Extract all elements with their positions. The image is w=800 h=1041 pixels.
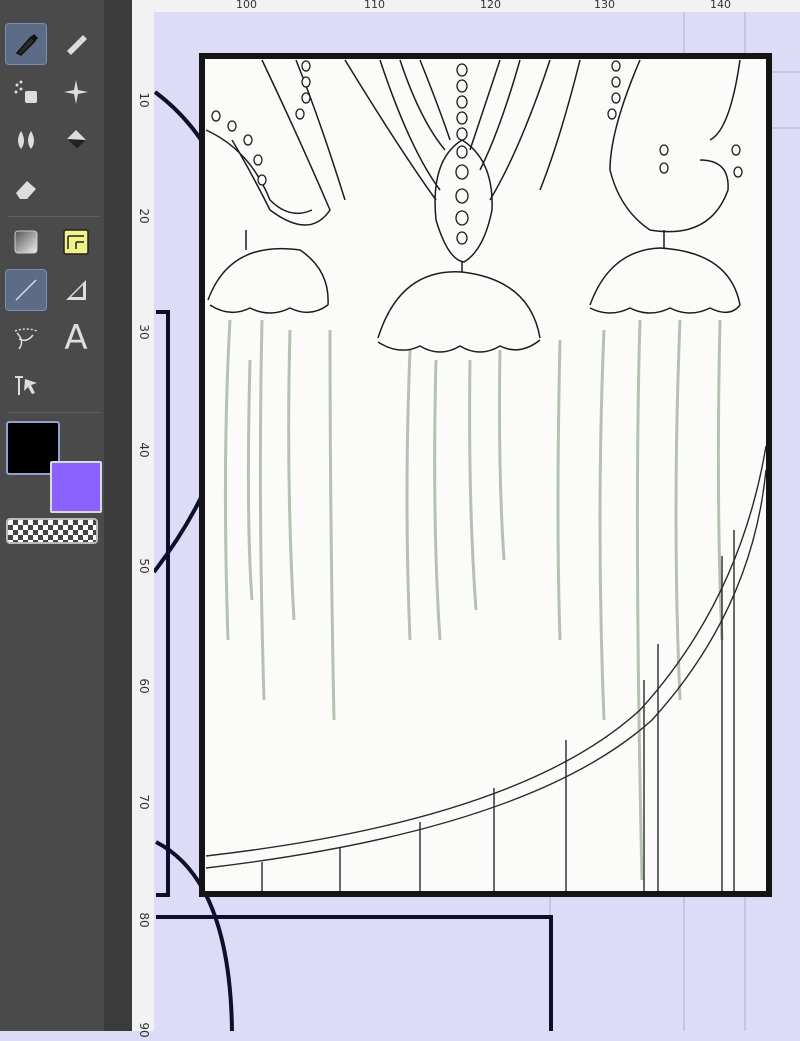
- gradient-tool-button[interactable]: [6, 222, 46, 262]
- ruler-label: 140: [710, 0, 731, 11]
- line-icon: [15, 279, 37, 301]
- operation-tool-button[interactable]: [6, 366, 46, 406]
- decoration-tool-button[interactable]: [56, 72, 96, 112]
- blend-drops-icon: [18, 131, 34, 149]
- ruler-label: 80: [137, 912, 151, 928]
- ruler-label: 120: [480, 0, 501, 11]
- figure-tool-button[interactable]: [5, 269, 47, 311]
- paint-bucket-icon: [67, 130, 86, 149]
- pen-tool-button[interactable]: [5, 23, 47, 65]
- tool-palette: A: [0, 0, 104, 1031]
- comic-panel: [202, 56, 769, 894]
- toolbar-divider: [8, 412, 100, 413]
- sparkle-icon: [64, 80, 88, 104]
- frame-border-tool-button[interactable]: [56, 222, 96, 262]
- frame-icon: [63, 229, 89, 255]
- airbrush-icon: [14, 80, 37, 103]
- ruler-label: 50: [137, 558, 151, 574]
- airbrush-tool-button[interactable]: [6, 72, 46, 112]
- fill-tool-button[interactable]: [56, 120, 96, 160]
- sub-color-swatch[interactable]: [50, 461, 102, 513]
- lasso-tool-button[interactable]: [6, 318, 46, 358]
- eraser-tool-button[interactable]: [6, 168, 46, 208]
- ruler-label: 40: [137, 442, 151, 458]
- ruler-label: 90: [137, 1022, 151, 1038]
- ruler-label: 100: [236, 0, 257, 11]
- object-select-icon: [15, 376, 37, 395]
- lasso-icon: [14, 328, 38, 350]
- pen-icon: [15, 34, 38, 56]
- text-icon: A: [64, 318, 88, 358]
- ruler-label: 70: [137, 794, 151, 810]
- transparent-color-swatch[interactable]: [6, 518, 98, 544]
- marker-tool-button[interactable]: [56, 24, 96, 64]
- eraser-icon: [16, 181, 36, 199]
- ruler-icon: [66, 280, 86, 300]
- gradient-icon: [14, 230, 38, 254]
- ruler-label: 30: [137, 324, 151, 340]
- toolbar-divider: [8, 216, 100, 217]
- ruler-label: 130: [594, 0, 615, 11]
- blend-tool-button[interactable]: [6, 120, 46, 160]
- text-tool-button[interactable]: A: [56, 318, 96, 358]
- vertical-ruler: 10 20 30 40 50 60 70 80 90: [132, 12, 155, 1038]
- drawing-canvas[interactable]: [154, 12, 800, 1031]
- ruler-label: 60: [137, 678, 151, 694]
- ruler-label: 110: [364, 0, 385, 11]
- marker-icon: [67, 35, 87, 55]
- ruler-tool-button[interactable]: [56, 270, 96, 310]
- ruler-label: 20: [137, 208, 151, 224]
- ruler-label: 10: [137, 92, 151, 108]
- toolbar-gutter: [104, 0, 132, 1031]
